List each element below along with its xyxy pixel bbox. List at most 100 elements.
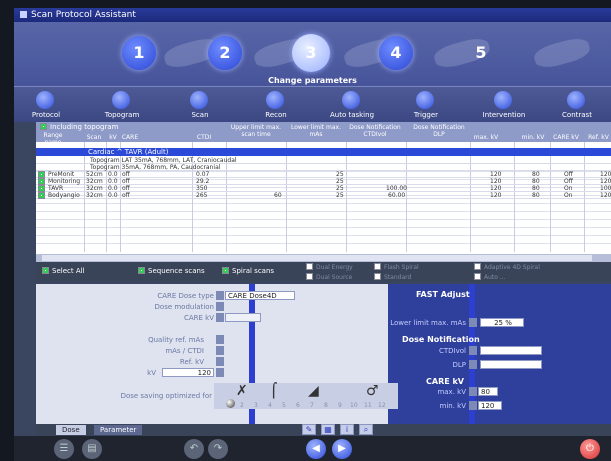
- tab-dose[interactable]: Dose: [56, 425, 86, 435]
- kv-label: kV: [147, 369, 156, 377]
- list-icon[interactable]: ☰: [54, 439, 74, 459]
- min-kv-field[interactable]: 120: [478, 401, 502, 410]
- kv-stepper[interactable]: [216, 368, 224, 377]
- care-dose-type-field[interactable]: CARE Dose4D: [225, 291, 295, 300]
- sequence-scans-checkbox[interactable]: Sequence scans: [138, 267, 205, 275]
- max-kv-stepper[interactable]: [469, 387, 477, 396]
- trigger-icon: [416, 91, 434, 109]
- task-trigger[interactable]: Trigger: [386, 89, 466, 123]
- ctdivol-field[interactable]: [480, 346, 542, 355]
- kv-field[interactable]: 120: [162, 368, 214, 377]
- dual-source-checkbox[interactable]: Dual Source: [306, 273, 352, 281]
- auto-checkbox[interactable]: Auto ...: [474, 273, 506, 281]
- step-4-button[interactable]: 4: [379, 36, 413, 70]
- task-protocol[interactable]: Protocol: [14, 89, 86, 123]
- topogram-icon: [112, 91, 130, 109]
- bone-icon: ⌠: [270, 383, 278, 399]
- slider-knob[interactable]: [226, 399, 235, 408]
- shape-icon: ◢: [308, 383, 319, 399]
- step-1-button[interactable]: 1: [122, 36, 156, 70]
- column-header[interactable]: Ref. kV: [586, 134, 611, 141]
- title-bar: Scan Protocol Assistant: [14, 8, 611, 22]
- tab-parameter[interactable]: Parameter: [94, 425, 143, 435]
- standard-checkbox[interactable]: Standard: [374, 273, 411, 281]
- column-header[interactable]: CTDI: [194, 134, 214, 141]
- mas-ctdi-stepper[interactable]: [216, 346, 224, 355]
- contrast-icon: [567, 91, 585, 109]
- quality-ref-mas-stepper[interactable]: [216, 335, 224, 344]
- undo-icon[interactable]: ↶: [184, 439, 204, 459]
- task-intervention[interactable]: Intervention: [464, 89, 544, 123]
- magnifier-icon[interactable]: ⌕: [359, 424, 373, 435]
- step-2-button[interactable]: 2: [208, 36, 242, 70]
- min-kv-label: min. kV: [439, 402, 467, 410]
- column-header[interactable]: Scan: [84, 134, 104, 141]
- table-icon[interactable]: ▦: [321, 424, 335, 435]
- including-topogram-checkbox[interactable]: Including topogram: [40, 123, 118, 131]
- column-header[interactable]: Dose Notification DLP: [408, 124, 470, 138]
- table-row[interactable]: PreMonit 52cm 0.0 off 0.07 25 120 80 Off…: [36, 171, 611, 178]
- max-kv-field[interactable]: 80: [478, 387, 498, 396]
- step-5-button[interactable]: 5: [464, 36, 498, 70]
- step-3-button[interactable]: 3: [292, 34, 330, 72]
- column-header[interactable]: CARE kV: [552, 134, 580, 141]
- adaptive-4d-spiral-checkbox[interactable]: Adaptive 4D Spiral: [474, 263, 540, 271]
- task-auto-tasking[interactable]: Auto tasking: [312, 89, 392, 123]
- dose-modulation-checkbox[interactable]: [216, 302, 224, 311]
- dose-modulation-label: Dose modulation: [154, 303, 214, 311]
- column-header[interactable]: Lower limit max. mAs: [288, 124, 344, 138]
- spiral-scans-checkbox[interactable]: Spiral scans: [222, 267, 274, 275]
- forward-arrow-icon[interactable]: ▶: [332, 439, 352, 459]
- scrollbar-thumb[interactable]: [42, 255, 592, 261]
- ctdivol-label: CTDIvol: [439, 347, 466, 355]
- dose-saving-slider[interactable]: ✗ ⌠ ◢ ♂ 1 2 3 4 5 6 7 8 9 10 11 12: [214, 383, 398, 409]
- column-header[interactable]: Upper limit max. scan time: [226, 124, 286, 138]
- document-icon[interactable]: ▤: [82, 439, 102, 459]
- lower-limit-field[interactable]: 25 %: [480, 318, 524, 327]
- dlp-field[interactable]: [480, 360, 542, 369]
- task-recon[interactable]: Recon: [236, 89, 316, 123]
- min-kv-stepper[interactable]: [469, 401, 477, 410]
- table-row[interactable]: Bodyangio 32cm 0.0 off 265 60 25 60.00 1…: [36, 192, 611, 199]
- edit-icon[interactable]: ✎: [302, 424, 316, 435]
- exit-icon[interactable]: ⏻: [580, 439, 600, 459]
- flash-spiral-checkbox[interactable]: Flash Spiral: [374, 263, 419, 271]
- redo-icon[interactable]: ↷: [208, 439, 228, 459]
- dose-saving-label: Dose saving optimized for: [120, 392, 212, 400]
- intervention-icon: [494, 91, 512, 109]
- task-bar: Protocol Topogram Scan Recon Auto taskin…: [14, 86, 611, 122]
- column-header[interactable]: kV: [106, 134, 120, 141]
- table-row[interactable]: Monitoring 32cm 0.0 off 29.2 25 120 80 O…: [36, 178, 611, 185]
- dose-notification-title: Dose Notification: [402, 335, 480, 344]
- fast-adjust-title: FAST Adjust: [416, 290, 470, 299]
- tab-bar: Dose Parameter ✎ ▦ i ⌕: [36, 424, 611, 436]
- info-icon[interactable]: i: [340, 424, 354, 435]
- care-kv-label: CARE kV: [183, 314, 214, 322]
- task-contrast[interactable]: Contrast: [537, 89, 611, 123]
- table-row[interactable]: TAVR 32cm 0.0 off 350 25 100.00 120 80 O…: [36, 185, 611, 192]
- dual-energy-checkbox[interactable]: Dual Energy: [306, 263, 353, 271]
- back-arrow-icon[interactable]: ◀: [306, 439, 326, 459]
- horizontal-scrollbar[interactable]: [36, 254, 611, 262]
- column-header[interactable]: Dose Notification CTDIvol: [348, 124, 402, 138]
- lower-limit-stepper[interactable]: [469, 318, 477, 327]
- task-scan[interactable]: Scan: [160, 89, 240, 123]
- column-header[interactable]: min. kV: [520, 134, 546, 141]
- select-all-checkbox[interactable]: Select All: [42, 267, 85, 275]
- ref-kv-stepper[interactable]: [216, 357, 224, 366]
- care-kv-dropdown-icon[interactable]: [216, 313, 224, 322]
- quality-ref-mas-label: Quality ref. mAs: [148, 336, 204, 344]
- auto-tasking-icon: [342, 91, 360, 109]
- column-header[interactable]: max. kV: [472, 134, 500, 141]
- dlp-checkbox[interactable]: [469, 360, 477, 369]
- table-row[interactable]: Topogram LAT 35mA, 768mm, LAT, Craniocau…: [36, 157, 611, 164]
- column-header[interactable]: Range name: [38, 132, 68, 146]
- care-dose-type-dropdown-icon[interactable]: [216, 291, 224, 300]
- task-topogram[interactable]: Topogram: [82, 89, 162, 123]
- protocol-group-row[interactable]: Cardiac ^ TAVR (Adult): [36, 148, 611, 156]
- ctdivol-checkbox[interactable]: [469, 346, 477, 355]
- max-kv-label: max. kV: [437, 388, 466, 396]
- table-row[interactable]: Topogram 35mA, 768mm, PA, Caudocranial: [36, 164, 611, 171]
- column-header[interactable]: CARE: [120, 134, 140, 141]
- care-kv-field[interactable]: [225, 313, 261, 322]
